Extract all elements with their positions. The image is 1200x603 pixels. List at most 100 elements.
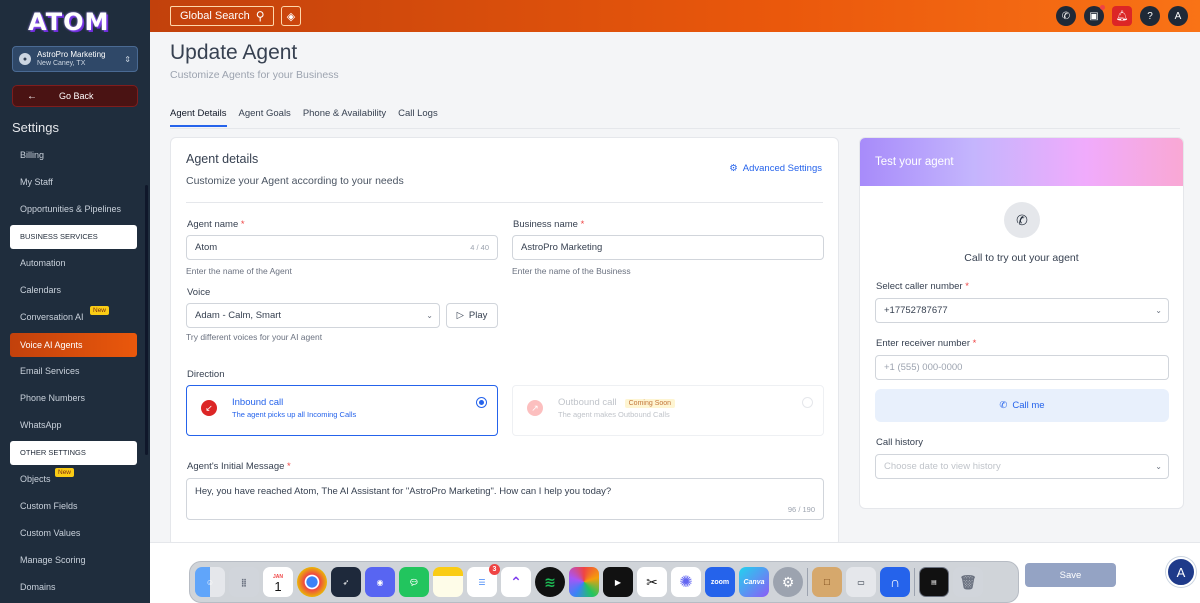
sidebar-item-phone-numbers[interactable]: Phone Numbers: [10, 387, 137, 414]
final-cut-icon[interactable]: ▶: [603, 567, 633, 597]
tab-agent-goals[interactable]: Agent Goals: [239, 108, 291, 127]
sidebar-item-billing[interactable]: Billing: [10, 144, 137, 171]
sidebar-item-manage-scoring[interactable]: Manage Scoring: [10, 549, 137, 576]
location-city: New Caney, TX: [37, 60, 86, 67]
spotify-icon[interactable]: ≋: [535, 567, 565, 597]
sidebar-item-automation[interactable]: Automation: [10, 252, 137, 279]
tab-agent-details[interactable]: Agent Details: [170, 108, 227, 127]
messages-icon[interactable]: 💬︎: [399, 567, 429, 597]
test-agent-title: Test your agent: [860, 138, 1183, 186]
voice-select[interactable]: Adam - Calm, Smart ⌄: [186, 303, 440, 328]
atom-logo[interactable]: ATOM: [28, 8, 109, 36]
sidebar-item-opportunities[interactable]: Opportunities & Pipelines: [10, 198, 137, 225]
agent-name-counter: 4 / 40: [470, 243, 489, 252]
go-back-button[interactable]: ← Go Back: [12, 85, 138, 107]
notes-icon[interactable]: [433, 567, 463, 597]
initial-message-label: Agent's Initial Message *: [187, 461, 291, 472]
agent-name-input[interactable]: Atom 4 / 40: [186, 235, 498, 260]
test-agent-card: Test your agent ✆ Call to try out your a…: [859, 137, 1184, 509]
tab-phone-availability[interactable]: Phone & Availability: [303, 108, 386, 127]
advanced-settings-label: Advanced Settings: [742, 163, 822, 174]
test-caption: Call to try out your agent: [964, 252, 1079, 264]
chevron-updown-icon: ⇕: [124, 54, 131, 64]
outbound-title: Outbound call Coming Soon: [558, 397, 676, 408]
finder-icon[interactable]: ☺: [195, 567, 225, 597]
play-icon: ▷: [456, 310, 464, 321]
screens-icon[interactable]: ▭: [846, 567, 876, 597]
phone-icon[interactable]: ✆: [1056, 6, 1076, 26]
outbound-arrow-icon: ↗: [527, 400, 543, 416]
sidebar-item-whatsapp[interactable]: WhatsApp: [10, 414, 137, 441]
trash-icon[interactable]: 🗑︎: [953, 567, 983, 597]
arc-icon[interactable]: ∩: [880, 567, 910, 597]
sidebar-item-calendars[interactable]: Calendars: [10, 279, 137, 306]
reminders-icon[interactable]: ☰ 3: [467, 564, 500, 597]
calendar-icon[interactable]: JAN 1: [263, 567, 293, 597]
inbound-arrow-icon: ↙: [201, 400, 217, 416]
chrome-icon[interactable]: [297, 567, 327, 597]
play-voice-button[interactable]: ▷ Play: [446, 303, 498, 328]
tab-bar: Agent Details Agent Goals Phone & Availa…: [170, 108, 438, 127]
caller-number-value: +17752787677: [884, 305, 948, 316]
terminal-icon[interactable]: ▤: [919, 567, 949, 597]
save-button[interactable]: Save: [1025, 563, 1116, 587]
global-search-label: Global Search: [180, 10, 250, 22]
sidebar-item-label: Conversation AI: [20, 312, 84, 322]
sidebar-item-email-services[interactable]: Email Services: [10, 360, 137, 387]
sidebar-item-voice-ai-agents[interactable]: Voice AI Agents: [10, 333, 137, 357]
layers-icon[interactable]: ◈: [281, 6, 301, 26]
inbound-call-option[interactable]: ↙ Inbound call The agent picks up all In…: [186, 385, 498, 436]
launchpad-icon[interactable]: ⣿: [229, 567, 259, 597]
initial-message-textarea[interactable]: Hey, you have reached Atom, The AI Assis…: [186, 478, 824, 520]
canva-icon[interactable]: Canva: [739, 567, 769, 597]
capcut-icon[interactable]: ✂: [637, 567, 667, 597]
sidebar-item-my-staff[interactable]: My Staff: [10, 171, 137, 198]
discord-icon[interactable]: ◉: [365, 567, 395, 597]
perplexity-icon[interactable]: ✺: [671, 567, 701, 597]
call-me-label: Call me: [1012, 400, 1045, 411]
page-title: Update Agent: [170, 41, 298, 64]
support-chat-button[interactable]: A: [1166, 557, 1196, 587]
location-switcher[interactable]: ● AstroPro Marketing New Caney, TX ⇕: [12, 46, 138, 72]
global-search-button[interactable]: Global Search ⚲: [170, 6, 274, 26]
dock-separator: [914, 568, 915, 596]
sidebar: ATOM ● AstroPro Marketing New Caney, TX …: [0, 0, 150, 603]
help-icon[interactable]: ?: [1140, 6, 1160, 26]
divider: [186, 202, 823, 203]
tab-call-logs[interactable]: Call Logs: [398, 108, 438, 127]
receiver-number-label: Enter receiver number *: [876, 338, 977, 349]
outbound-radio: [802, 397, 813, 408]
play-label: Play: [468, 310, 488, 321]
call-me-button[interactable]: ✆ Call me: [875, 389, 1169, 422]
sidebar-scrollbar[interactable]: [145, 185, 148, 455]
arrow-left-icon: ←: [27, 90, 37, 102]
megaphone-icon[interactable]: ▣: [1084, 5, 1105, 26]
call-history-select[interactable]: Choose date to view history ⌄: [875, 454, 1169, 479]
caller-number-select[interactable]: +17752787677 ⌄: [875, 298, 1169, 323]
user-avatar[interactable]: A: [1168, 6, 1188, 26]
rocket-icon[interactable]: ➶: [331, 567, 361, 597]
preview-icon[interactable]: ☐: [812, 567, 842, 597]
photos-icon[interactable]: [569, 567, 599, 597]
chevron-down-icon: ⌄: [426, 311, 433, 320]
settings-nav: Billing My Staff Opportunities & Pipelin…: [10, 144, 137, 603]
clickup-icon[interactable]: ⌃: [501, 567, 531, 597]
sidebar-item-domains[interactable]: Domains: [10, 576, 137, 603]
bell-icon[interactable]: 🔔︎: [1112, 6, 1132, 26]
inbound-radio[interactable]: [476, 397, 487, 408]
agent-details-card: Agent details Customize your Agent accor…: [170, 137, 839, 547]
gear-icon: ⚙: [729, 163, 738, 174]
receiver-number-input[interactable]: +1 (555) 000-0000: [875, 355, 1169, 380]
advanced-settings-link[interactable]: ⚙ Advanced Settings: [729, 163, 822, 174]
sidebar-item-custom-values[interactable]: Custom Values: [10, 522, 137, 549]
settings-gear-icon[interactable]: ⚙: [773, 567, 803, 597]
sidebar-item-conversation-ai[interactable]: Conversation AI New: [10, 306, 137, 333]
call-history-label: Call history: [876, 437, 923, 448]
zoom-icon[interactable]: zoom: [705, 567, 735, 597]
business-name-input[interactable]: AstroPro Marketing: [512, 235, 824, 260]
sidebar-item-objects[interactable]: Objects New: [10, 468, 137, 495]
dock-separator: [807, 568, 808, 596]
sidebar-section-other-settings: OTHER SETTINGS: [10, 441, 137, 465]
sidebar-item-custom-fields[interactable]: Custom Fields: [10, 495, 137, 522]
top-icons: ✆ ▣ 🔔︎ ? A: [1056, 5, 1188, 26]
